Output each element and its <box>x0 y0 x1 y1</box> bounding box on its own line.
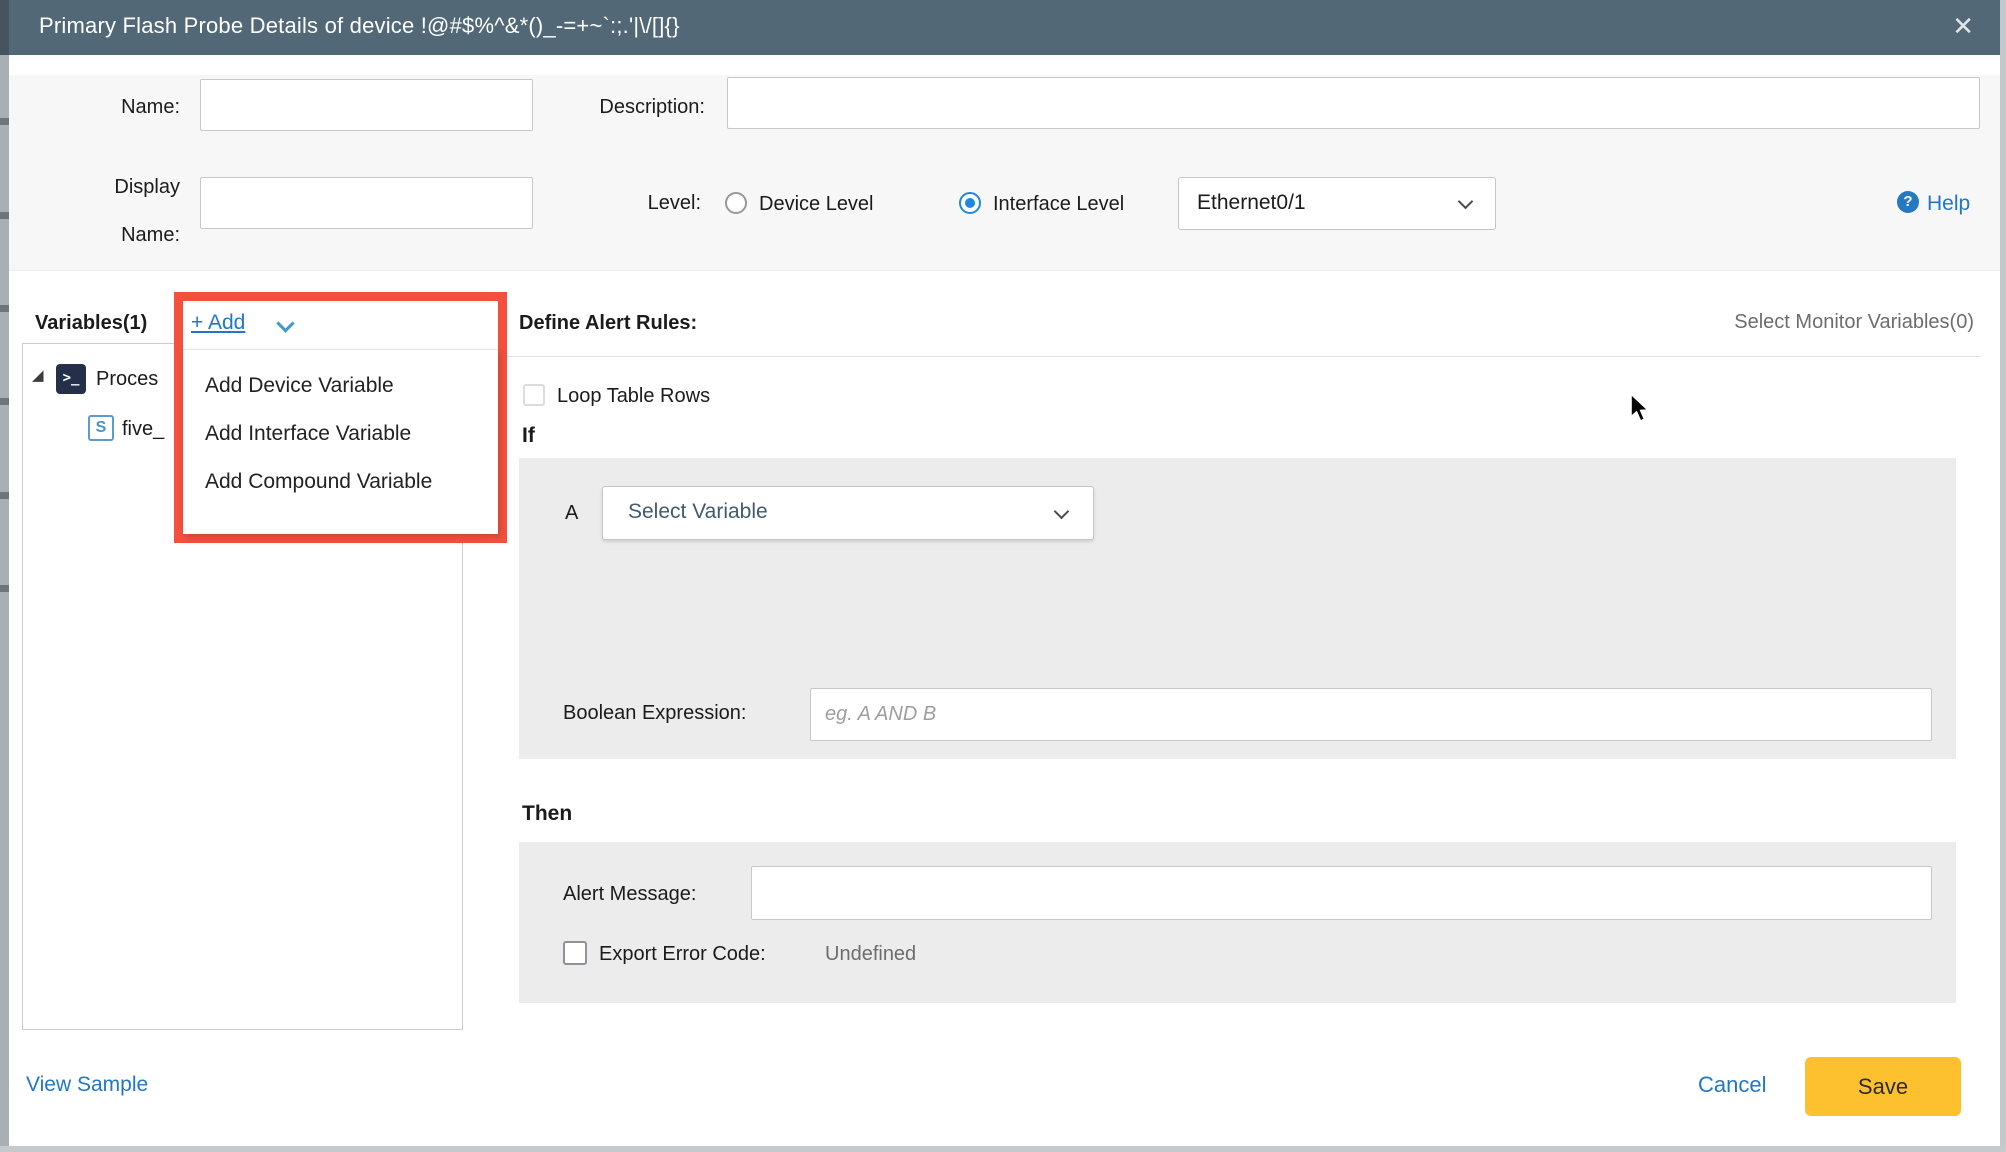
description-input[interactable] <box>727 77 1980 129</box>
interface-select-value: Ethernet0/1 <box>1197 191 1306 215</box>
select-variable-dropdown[interactable]: Select Variable <box>602 486 1094 540</box>
screen: Primary Flash Probe Details of device !@… <box>0 0 2006 1152</box>
section-divider <box>505 356 1981 357</box>
background-bottom-strip <box>0 1146 2006 1152</box>
background-decoration <box>0 585 9 592</box>
if-label: If <box>522 424 535 448</box>
background-decoration <box>0 0 9 55</box>
tree-child-item[interactable]: five_ <box>122 418 164 441</box>
background-decoration <box>0 305 9 312</box>
chevron-down-icon <box>1054 504 1070 520</box>
variables-header: Variables(1) <box>35 312 147 335</box>
cancel-button[interactable]: Cancel <box>1698 1072 1766 1098</box>
add-variable-menu: Add Device Variable Add Interface Variab… <box>183 349 498 534</box>
name-input[interactable] <box>200 79 533 131</box>
select-monitor-variables-link[interactable]: Select Monitor Variables(0) <box>1734 311 1974 334</box>
save-button[interactable]: Save <box>1805 1057 1961 1116</box>
device-level-radio[interactable] <box>725 192 747 214</box>
close-icon[interactable]: ✕ <box>1952 11 1974 42</box>
string-variable-icon: S <box>88 415 114 441</box>
export-error-code-value: Undefined <box>825 943 916 966</box>
background-decoration <box>0 398 9 405</box>
chevron-down-icon[interactable] <box>276 314 294 332</box>
add-dropdown-highlight: + Add Add Device Variable Add Interface … <box>174 292 507 543</box>
add-button[interactable]: + Add <box>191 311 245 335</box>
interface-level-radio-label[interactable]: Interface Level <box>993 193 1124 216</box>
select-variable-value: Select Variable <box>628 500 768 524</box>
menu-item-add-interface-variable[interactable]: Add Interface Variable <box>205 422 411 452</box>
tree-root-item[interactable]: Proces <box>96 368 158 391</box>
export-error-code-checkbox[interactable] <box>563 941 587 965</box>
loop-table-rows-label: Loop Table Rows <box>557 385 710 408</box>
alert-message-label: Alert Message: <box>563 883 696 906</box>
level-label: Level: <box>610 192 701 215</box>
interface-select[interactable]: Ethernet0/1 <box>1178 177 1496 230</box>
interface-level-radio[interactable] <box>959 192 981 214</box>
mouse-cursor <box>1628 393 1654 425</box>
background-decoration <box>0 212 9 219</box>
then-label: Then <box>522 802 572 826</box>
boolean-expression-input[interactable] <box>810 688 1932 741</box>
background-left-strip <box>0 0 9 1152</box>
loop-table-rows-checkbox[interactable] <box>523 384 545 406</box>
menu-item-add-compound-variable[interactable]: Add Compound Variable <box>205 470 432 500</box>
dialog-title: Primary Flash Probe Details of device !@… <box>39 13 680 39</box>
condition-row-letter: A <box>565 502 578 525</box>
display-name-label: Display Name: <box>90 163 180 259</box>
name-label: Name: <box>90 96 180 119</box>
dialog-titlebar: Primary Flash Probe Details of device !@… <box>9 0 2000 55</box>
menu-item-add-device-variable[interactable]: Add Device Variable <box>205 374 394 404</box>
tree-expander-icon[interactable]: ◢ <box>32 366 44 384</box>
alert-message-input[interactable] <box>751 866 1932 920</box>
background-right-strip <box>2000 0 2006 1152</box>
description-label: Description: <box>555 96 705 119</box>
display-name-input[interactable] <box>200 177 533 229</box>
export-error-code-label: Export Error Code: <box>599 943 766 966</box>
terminal-icon: >_ <box>56 364 86 394</box>
define-alert-rules-header: Define Alert Rules: <box>519 312 697 335</box>
background-decoration <box>0 492 9 499</box>
chevron-down-icon <box>1458 194 1474 210</box>
device-level-radio-label[interactable]: Device Level <box>759 193 874 216</box>
view-sample-link[interactable]: View Sample <box>26 1073 148 1097</box>
background-decoration <box>0 118 9 125</box>
boolean-expression-label: Boolean Expression: <box>563 702 746 725</box>
help-icon[interactable]: ? <box>1897 191 1919 213</box>
help-link[interactable]: Help <box>1927 192 1970 216</box>
